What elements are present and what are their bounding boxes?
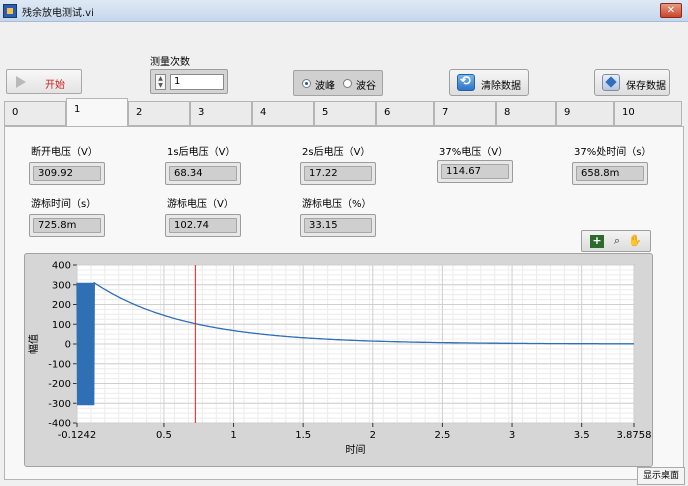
x-axis-title: 时间 <box>346 443 366 456</box>
clear-data-button[interactable]: 清除数据 <box>449 69 529 96</box>
tab-10[interactable]: 10 <box>614 101 682 126</box>
voltage-1s-value: 68.34 <box>169 166 237 181</box>
cursor-time-value: 725.8m <box>33 218 101 233</box>
voltage-37pct-indicator: 114.67 <box>437 160 513 183</box>
tab-0[interactable]: 0 <box>4 101 66 126</box>
close-button[interactable]: ✕ <box>660 3 682 18</box>
tab-3[interactable]: 3 <box>190 101 252 126</box>
cursor-voltage-pct-value: 33.15 <box>304 218 372 233</box>
tab-5[interactable]: 5 <box>314 101 376 126</box>
tab-1[interactable]: 1 <box>66 98 128 127</box>
measure-count-input[interactable]: 1 <box>170 74 224 90</box>
disconnect-voltage-label: 断开电压（V） <box>31 147 98 158</box>
x-tick-label: -0.1242 <box>58 430 97 441</box>
x-tick-label: 2.5 <box>434 430 450 441</box>
cursor-voltage-value: 102.74 <box>169 218 237 233</box>
y-tick-label: 0 <box>65 340 71 351</box>
show-desktop-tooltip: 显示桌面 <box>637 467 685 485</box>
y-tick-label: -300 <box>48 399 71 410</box>
play-icon <box>16 76 26 88</box>
y-tick-label: -400 <box>48 419 71 430</box>
y-tick-label: 300 <box>52 280 71 291</box>
time-37pct-value: 658.8m <box>576 166 644 181</box>
voltage-1s-label: 1s后电压（V） <box>167 147 236 158</box>
voltage-37pct-value: 114.67 <box>441 164 509 179</box>
refresh-icon <box>457 74 475 91</box>
count-spinner-arrows[interactable]: ▲ ▼ <box>155 74 166 90</box>
save-icon <box>602 74 620 91</box>
disconnect-voltage-indicator: 309.92 <box>29 162 105 185</box>
x-tick-label: 1.5 <box>295 430 311 441</box>
x-tick-label: 1 <box>230 430 236 441</box>
measurement-tabs: 0 1 2 3 4 5 6 7 8 9 10 <box>4 98 687 127</box>
waveform-graph[interactable]: 400 300 200 100 0 -100 -200 -300 -400 -0.1242 0.5 1… <box>24 253 653 467</box>
voltage-1s-indicator: 68.34 <box>165 162 241 185</box>
tab-6[interactable]: 6 <box>376 101 434 126</box>
clear-data-label: 清除数据 <box>481 81 521 92</box>
labview-app-icon <box>3 4 17 18</box>
cursor-voltage-label: 游标电压（V） <box>167 199 234 210</box>
window-title: 残余放电测试.vi <box>22 8 94 19</box>
cursor-voltage-pct-label: 游标电压（%） <box>302 199 372 210</box>
y-tick-label: 100 <box>52 320 71 331</box>
app-window: 残余放电测试.vi ✕ 开始 测量次数 ▲▼ 1 波峰 波谷 清除数据 保存数据… <box>0 0 688 486</box>
voltage-2s-label: 2s后电压（V） <box>302 147 371 158</box>
graph-palette: + ⌕ ✋ <box>581 230 651 252</box>
voltage-2s-indicator: 17.22 <box>300 162 376 185</box>
y-tick-label: -200 <box>48 379 71 390</box>
x-tick-label: 3.8758 <box>617 430 652 441</box>
cursor-voltage-indicator: 102.74 <box>165 214 241 237</box>
tab-4[interactable]: 4 <box>252 101 314 126</box>
y-tick-label: 400 <box>52 261 71 272</box>
radio-valley-label: 波谷 <box>356 81 376 92</box>
tab-9[interactable]: 9 <box>556 101 614 126</box>
cursor-time-indicator: 725.8m <box>29 214 105 237</box>
measure-count-control: ▲ ▼ 1 <box>150 69 228 94</box>
zoom-tool-icon[interactable]: ⌕ <box>610 235 624 248</box>
y-tick-label: -100 <box>48 359 71 370</box>
peak-valley-selector: 波峰 波谷 <box>293 70 383 96</box>
x-tick-label: 3.5 <box>574 430 590 441</box>
x-tick-label: 2 <box>370 430 376 441</box>
radio-peak-label: 波峰 <box>315 81 335 92</box>
radio-peak[interactable] <box>302 79 311 88</box>
x-tick-label: 3 <box>509 430 515 441</box>
voltage-37pct-label: 37%电压（V） <box>439 147 509 158</box>
tab-2[interactable]: 2 <box>128 101 190 126</box>
cursor-time-label: 游标时间（s） <box>31 199 97 210</box>
start-button[interactable]: 开始 <box>6 69 82 94</box>
time-37pct-label: 37%处时间（s） <box>574 147 652 158</box>
time-37pct-indicator: 658.8m <box>572 162 648 185</box>
x-tick-label: 0.5 <box>156 430 172 441</box>
title-bar: 残余放电测试.vi ✕ <box>0 0 688 22</box>
disconnect-voltage-value: 309.92 <box>33 166 101 181</box>
radio-valley[interactable] <box>343 79 352 88</box>
save-data-label: 保存数据 <box>626 81 666 92</box>
y-axis-title: 幅值 <box>27 334 40 354</box>
tab-8[interactable]: 8 <box>496 101 556 126</box>
save-data-button[interactable]: 保存数据 <box>594 69 670 96</box>
start-button-label: 开始 <box>45 80 65 91</box>
cursor-tool-icon[interactable]: + <box>590 235 604 248</box>
waveform-chart-svg: 400 300 200 100 0 -100 -200 -300 -400-0.1242 0.5 1… <box>27 261 652 457</box>
pan-hand-icon[interactable]: ✋ <box>628 235 642 248</box>
tab-7[interactable]: 7 <box>434 101 496 126</box>
y-tick-label: 200 <box>52 300 71 311</box>
cursor-voltage-pct-indicator: 33.15 <box>300 214 376 237</box>
voltage-2s-value: 17.22 <box>304 166 372 181</box>
measure-count-label: 测量次数 <box>150 57 190 68</box>
